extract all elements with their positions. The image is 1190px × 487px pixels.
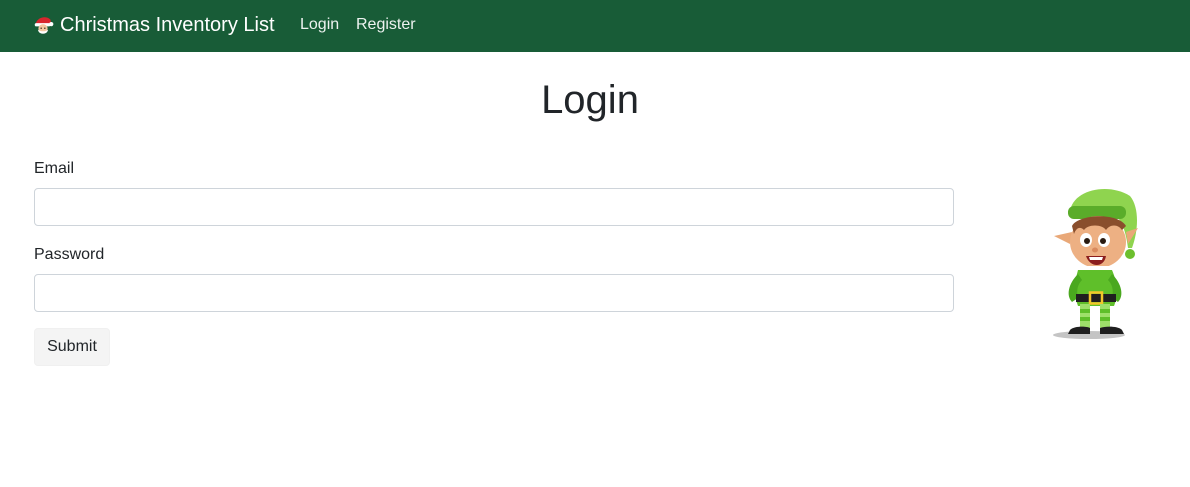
brand-link[interactable]: Christmas Inventory List [32, 12, 275, 38]
nav-login-link[interactable]: Login [300, 14, 339, 36]
brand-text: Christmas Inventory List [60, 14, 275, 36]
email-field[interactable] [34, 188, 954, 226]
santa-face-icon [34, 17, 54, 34]
password-field[interactable] [34, 274, 954, 312]
nav-register-link[interactable]: Register [356, 14, 416, 36]
page-title: Login [541, 78, 639, 122]
submit-button[interactable]: Submit [34, 328, 110, 366]
elf-illustration [1053, 189, 1138, 339]
email-label: Email [34, 160, 75, 177]
password-label: Password [34, 246, 105, 263]
top-navbar: Christmas Inventory List Login Register [0, 0, 1190, 52]
